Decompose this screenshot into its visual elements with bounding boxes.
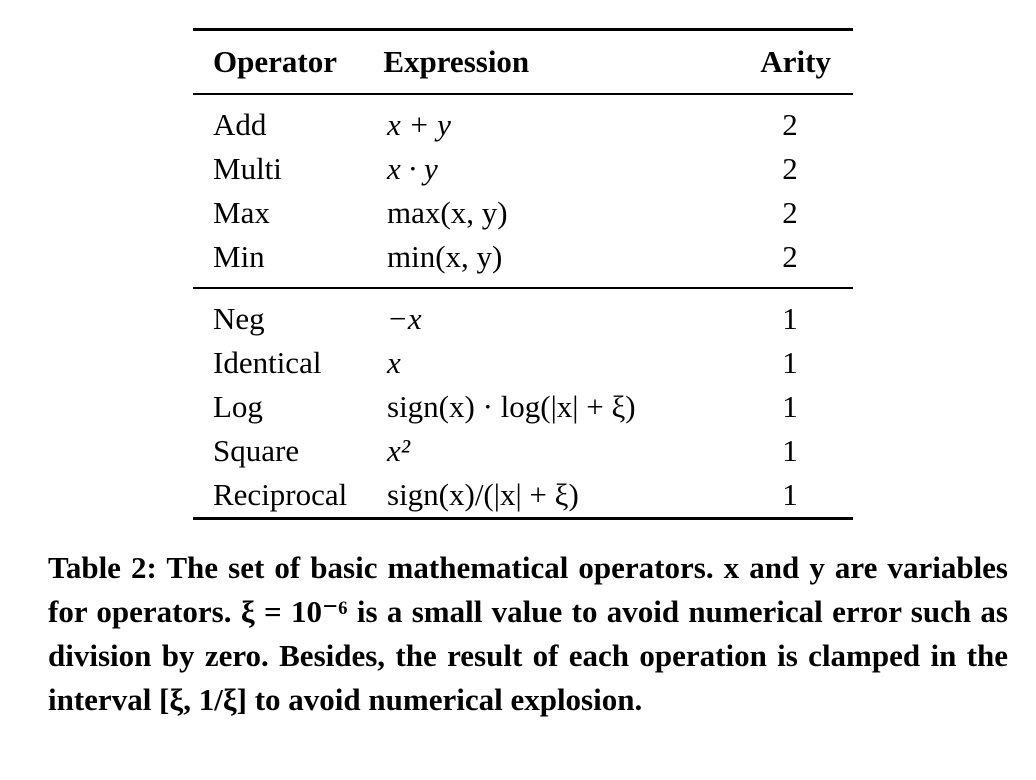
table-caption: Table 2: The set of basic mathematical o… xyxy=(48,550,1008,717)
operators-table: Operator Expression Arity xyxy=(193,31,853,93)
expression-cell: x² xyxy=(387,433,411,468)
header-operator: Operator xyxy=(213,44,337,79)
table-row: Max max(x, y) 2 xyxy=(193,191,853,235)
expression-cell: min(x, y) xyxy=(387,239,503,274)
table-row: Square x² 1 xyxy=(193,429,853,473)
operator-cell: Max xyxy=(213,195,270,230)
table-row: Log sign(x) · log(|x| + ξ) 1 xyxy=(193,385,853,429)
table-row: Reciprocal sign(x)/(|x| + ξ) 1 xyxy=(193,473,853,517)
header-row: Operator Expression Arity xyxy=(193,31,853,93)
arity-cell: 2 xyxy=(782,239,798,274)
expression-cell: x · y xyxy=(387,151,438,186)
operator-cell: Reciprocal xyxy=(213,477,348,512)
table-row: Add x + y 2 xyxy=(193,103,853,147)
operator-cell: Neg xyxy=(213,301,265,336)
expression-cell: x xyxy=(387,345,401,380)
operator-cell: Add xyxy=(213,107,267,142)
binary-operators-group: Add x + y 2 Multi x · y 2 Max max(x, y) … xyxy=(193,95,853,287)
header-expression: Expression xyxy=(383,44,530,79)
operators-table-container: Operator Expression Arity Add x + y 2 Mu… xyxy=(193,28,853,520)
bottom-rule xyxy=(193,517,853,520)
table-row: Min min(x, y) 2 xyxy=(193,235,853,279)
operator-cell: Log xyxy=(213,389,263,424)
table-row: Multi x · y 2 xyxy=(193,147,853,191)
arity-cell: 1 xyxy=(782,301,798,336)
expression-cell: max(x, y) xyxy=(387,195,508,230)
arity-cell: 2 xyxy=(782,107,798,142)
operator-cell: Identical xyxy=(213,345,322,380)
header-arity: Arity xyxy=(760,44,831,79)
expression-cell: x + y xyxy=(387,107,451,142)
table-row: Identical x 1 xyxy=(193,341,853,385)
expression-cell: −x xyxy=(387,301,422,336)
arity-cell: 1 xyxy=(782,433,798,468)
arity-cell: 1 xyxy=(782,389,798,424)
operator-cell: Min xyxy=(213,239,265,274)
expression-cell: sign(x)/(|x| + ξ) xyxy=(387,477,579,512)
arity-cell: 1 xyxy=(782,345,798,380)
operator-cell: Multi xyxy=(213,151,282,186)
operator-cell: Square xyxy=(213,433,300,468)
arity-cell: 1 xyxy=(782,477,798,512)
unary-operators-group: Neg −x 1 Identical x 1 Log sign(x) · log… xyxy=(193,289,853,517)
expression-cell: sign(x) · log(|x| + ξ) xyxy=(387,389,636,424)
arity-cell: 2 xyxy=(782,195,798,230)
arity-cell: 2 xyxy=(782,151,798,186)
table-row: Neg −x 1 xyxy=(193,297,853,341)
